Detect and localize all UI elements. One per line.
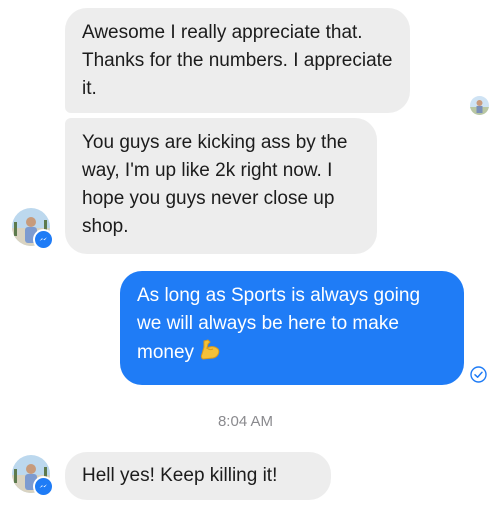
sent-check-icon <box>470 366 487 383</box>
messenger-badge-icon <box>33 229 54 250</box>
timestamp: 8:04 AM <box>217 413 274 430</box>
message-text: As long as Sports is always going we wil… <box>137 285 426 363</box>
avatar[interactable] <box>12 455 54 497</box>
flexed-biceps-emoji <box>198 338 222 371</box>
incoming-message[interactable]: Hell yes! Keep killing it! <box>65 452 331 500</box>
incoming-message[interactable]: Awesome I really appreciate that. Thanks… <box>65 8 410 113</box>
message-text: Awesome I really appreciate that. Thanks… <box>82 22 398 99</box>
seen-avatar-icon <box>470 96 489 115</box>
avatar[interactable] <box>12 208 54 250</box>
outgoing-message[interactable]: As long as Sports is always going we wil… <box>120 271 464 385</box>
messenger-badge-icon <box>33 476 54 497</box>
message-thread: Awesome I really appreciate that. Thanks… <box>0 0 491 518</box>
message-text: You guys are kicking ass by the way, I'm… <box>82 132 353 237</box>
incoming-message[interactable]: You guys are kicking ass by the way, I'm… <box>65 118 377 254</box>
message-text: Hell yes! Keep killing it! <box>82 465 278 486</box>
